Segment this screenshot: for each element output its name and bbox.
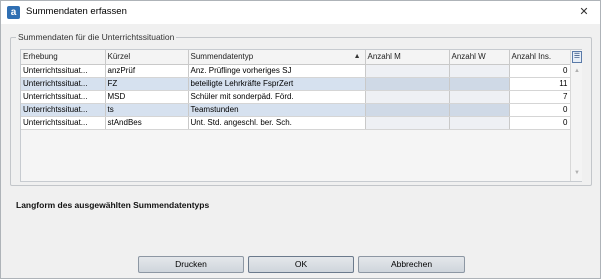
table-row[interactable]: Unterrichtssituat... anzPrüf Anz. Prüfli… xyxy=(21,64,571,78)
table-row[interactable]: Unterrichtssituat... stAndBes Unt. Std. … xyxy=(21,116,571,130)
column-header-anzahl-m[interactable]: Anzahl M xyxy=(365,50,450,65)
cell-anzahl-m xyxy=(365,103,450,117)
print-button[interactable]: Drucken xyxy=(138,256,244,273)
cell-kuerzel: anzPrüf xyxy=(105,64,189,78)
cell-anzahl-w xyxy=(449,90,510,104)
cell-erhebung: Unterrichtssituat... xyxy=(21,90,106,104)
close-icon[interactable]: ✕ xyxy=(575,4,593,21)
cell-anzahl-ins-input[interactable]: 0 xyxy=(509,116,571,130)
cell-anzahl-w xyxy=(449,103,510,117)
cancel-button[interactable]: Abbrechen xyxy=(358,256,465,273)
table-row[interactable]: Unterrichtssituat... ts Teamstunden 0 xyxy=(21,103,571,117)
cell-erhebung: Unterrichtssituat... xyxy=(21,64,106,78)
cell-anzahl-w xyxy=(449,116,510,130)
scroll-up-arrow-icon[interactable]: ▲ xyxy=(572,67,582,75)
sort-ascending-icon: ▲ xyxy=(353,53,361,60)
cell-anzahl-m xyxy=(365,64,450,78)
cell-summendatentyp: beteiligte Lehrkräfte FsprZert xyxy=(188,77,366,91)
summary-data-table: Erhebung Kürzel Summendatentyp ▲ Anzahl M… xyxy=(20,49,582,182)
cell-kuerzel: ts xyxy=(105,103,189,117)
cell-erhebung: Unterrichtssituat... xyxy=(21,103,106,117)
column-header-erhebung[interactable]: Erhebung xyxy=(21,50,106,65)
cell-erhebung: Unterrichtssituat... xyxy=(21,116,106,130)
title-bar: a Summendaten erfassen ✕ xyxy=(1,1,600,24)
cell-kuerzel: stAndBes xyxy=(105,116,189,130)
table-header-row: Erhebung Kürzel Summendatentyp ▲ Anzahl M… xyxy=(21,50,571,65)
cell-anzahl-ins-input[interactable]: 0 xyxy=(509,64,571,78)
dialog-window: a Summendaten erfassen ✕ Summendaten für… xyxy=(0,0,601,279)
cell-anzahl-ins-input[interactable]: 0 xyxy=(509,103,571,117)
cell-anzahl-w xyxy=(449,77,510,91)
cell-summendatentyp: Anz. Prüflinge vorheriges SJ xyxy=(188,64,366,78)
cell-anzahl-ins-input[interactable]: 11 xyxy=(509,77,571,91)
group-legend: Summendaten für die Unterrichtssituation xyxy=(16,32,177,42)
summary-data-group: Summendaten für die Unterrichtssituation… xyxy=(10,32,592,186)
column-header-label: Summendatentyp xyxy=(190,52,254,62)
table-row[interactable]: Unterrichtssituat... FZ beteiligte Lehrk… xyxy=(21,77,571,91)
column-header-anzahl-ins[interactable]: Anzahl Ins. xyxy=(509,50,571,65)
longform-label: Langform des ausgewählten Summendatentyp… xyxy=(16,200,210,210)
cell-kuerzel: FZ xyxy=(105,77,189,91)
table-row[interactable]: Unterrichtssituat... MSD Schüler mit son… xyxy=(21,90,571,104)
cell-anzahl-ins-input[interactable]: 7 xyxy=(509,90,571,104)
cell-summendatentyp: Unt. Std. angeschl. ber. Sch. xyxy=(188,116,366,130)
cell-anzahl-m xyxy=(365,90,450,104)
cell-kuerzel: MSD xyxy=(105,90,189,104)
column-config-icon[interactable]: ☰ xyxy=(572,51,582,63)
ok-button[interactable]: OK xyxy=(248,256,354,273)
cell-erhebung: Unterrichtssituat... xyxy=(21,77,106,91)
app-logo-icon: a xyxy=(7,6,20,19)
cell-anzahl-m xyxy=(365,77,450,91)
column-header-summendatentyp[interactable]: Summendatentyp ▲ xyxy=(188,50,366,65)
scroll-down-arrow-icon[interactable]: ▼ xyxy=(572,169,582,177)
cell-summendatentyp: Schüler mit sonderpäd. Förd. xyxy=(188,90,366,104)
window-title: Summendaten erfassen xyxy=(26,6,127,17)
vertical-scrollbar[interactable]: ☰ ▲ ▼ xyxy=(570,50,582,181)
column-header-anzahl-w[interactable]: Anzahl W xyxy=(449,50,510,65)
cell-anzahl-w xyxy=(449,64,510,78)
cell-summendatentyp: Teamstunden xyxy=(188,103,366,117)
column-header-kuerzel[interactable]: Kürzel xyxy=(105,50,189,65)
dialog-content: Summendaten für die Unterrichtssituation… xyxy=(1,24,600,278)
cell-anzahl-m xyxy=(365,116,450,130)
